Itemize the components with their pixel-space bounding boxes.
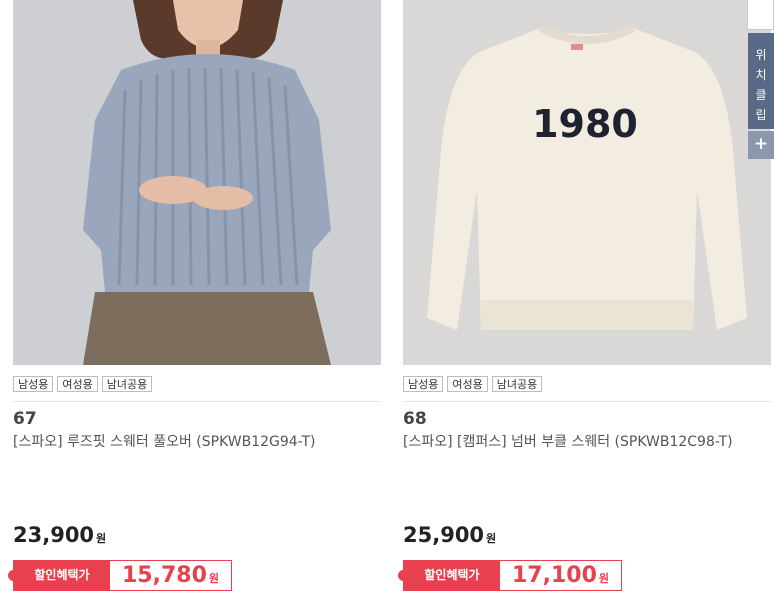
product-image[interactable] [13, 0, 381, 365]
sweater-print: 1980 [532, 102, 638, 146]
product-name-link[interactable]: [스파오] [캠퍼스] 넘버 부클 스웨터 (SPKWB12C98-T) [403, 431, 765, 453]
divider [13, 401, 381, 402]
clip-label-char: 립 [755, 108, 767, 122]
clip-label-char: 클 [755, 88, 767, 102]
discount-price-unit: 원 [598, 572, 610, 585]
clip-label-char: 위 [755, 48, 767, 62]
discount-price: 17,100 원 [512, 563, 609, 588]
discount-price-value: 17,100 [512, 563, 597, 588]
divider [403, 401, 771, 402]
product-card[interactable]: 1980 남성용 여성용 남녀공용 68 [스파오] [캠퍼스] 넘버 부클 스… [398, 0, 771, 613]
discount-label: 할인혜택가 [404, 561, 500, 590]
discount-label: 할인혜택가 [14, 561, 110, 590]
product-rank: 68 [403, 409, 427, 429]
tag-unisex: 남녀공용 [491, 376, 543, 392]
price-value: 23,900 [13, 523, 95, 547]
tag-men: 남성용 [13, 376, 54, 392]
price-value: 25,900 [403, 523, 485, 547]
price-unit: 원 [96, 532, 107, 545]
discount-price-box: 할인혜택가 17,100 원 [398, 560, 622, 591]
discount-price-unit: 원 [208, 572, 220, 585]
discount-dot-icon [8, 570, 19, 581]
position-clip-button[interactable]: 위 치 클 립 [748, 33, 774, 129]
product-image[interactable]: 1980 [403, 0, 771, 365]
gender-tags: 남성용 여성용 남녀공용 [13, 376, 153, 392]
discount-price-value: 15,780 [122, 563, 207, 588]
discount-dot-icon [398, 570, 409, 581]
plus-icon[interactable]: + [748, 131, 774, 159]
product-price: 25,900 원 [403, 523, 496, 547]
tag-women: 여성용 [447, 376, 488, 392]
product-card[interactable]: 남성용 여성용 남녀공용 67 [스파오] 루즈핏 스웨터 풀오버 (SPKWB… [8, 0, 381, 613]
discount-price-box: 할인혜택가 15,780 원 [8, 560, 232, 591]
product-name-link[interactable]: [스파오] 루즈핏 스웨터 풀오버 (SPKWB12G94-T) [13, 431, 375, 453]
tag-women: 여성용 [57, 376, 98, 392]
product-price: 23,900 원 [13, 523, 106, 547]
gender-tags: 남성용 여성용 남녀공용 [403, 376, 543, 392]
discount-price: 15,780 원 [122, 563, 219, 588]
tag-men: 남성용 [403, 376, 444, 392]
product-rank: 67 [13, 409, 37, 429]
side-panel-frame [747, 0, 774, 30]
clip-label-char: 치 [755, 68, 767, 82]
tag-unisex: 남녀공용 [101, 376, 153, 392]
price-unit: 원 [486, 532, 497, 545]
